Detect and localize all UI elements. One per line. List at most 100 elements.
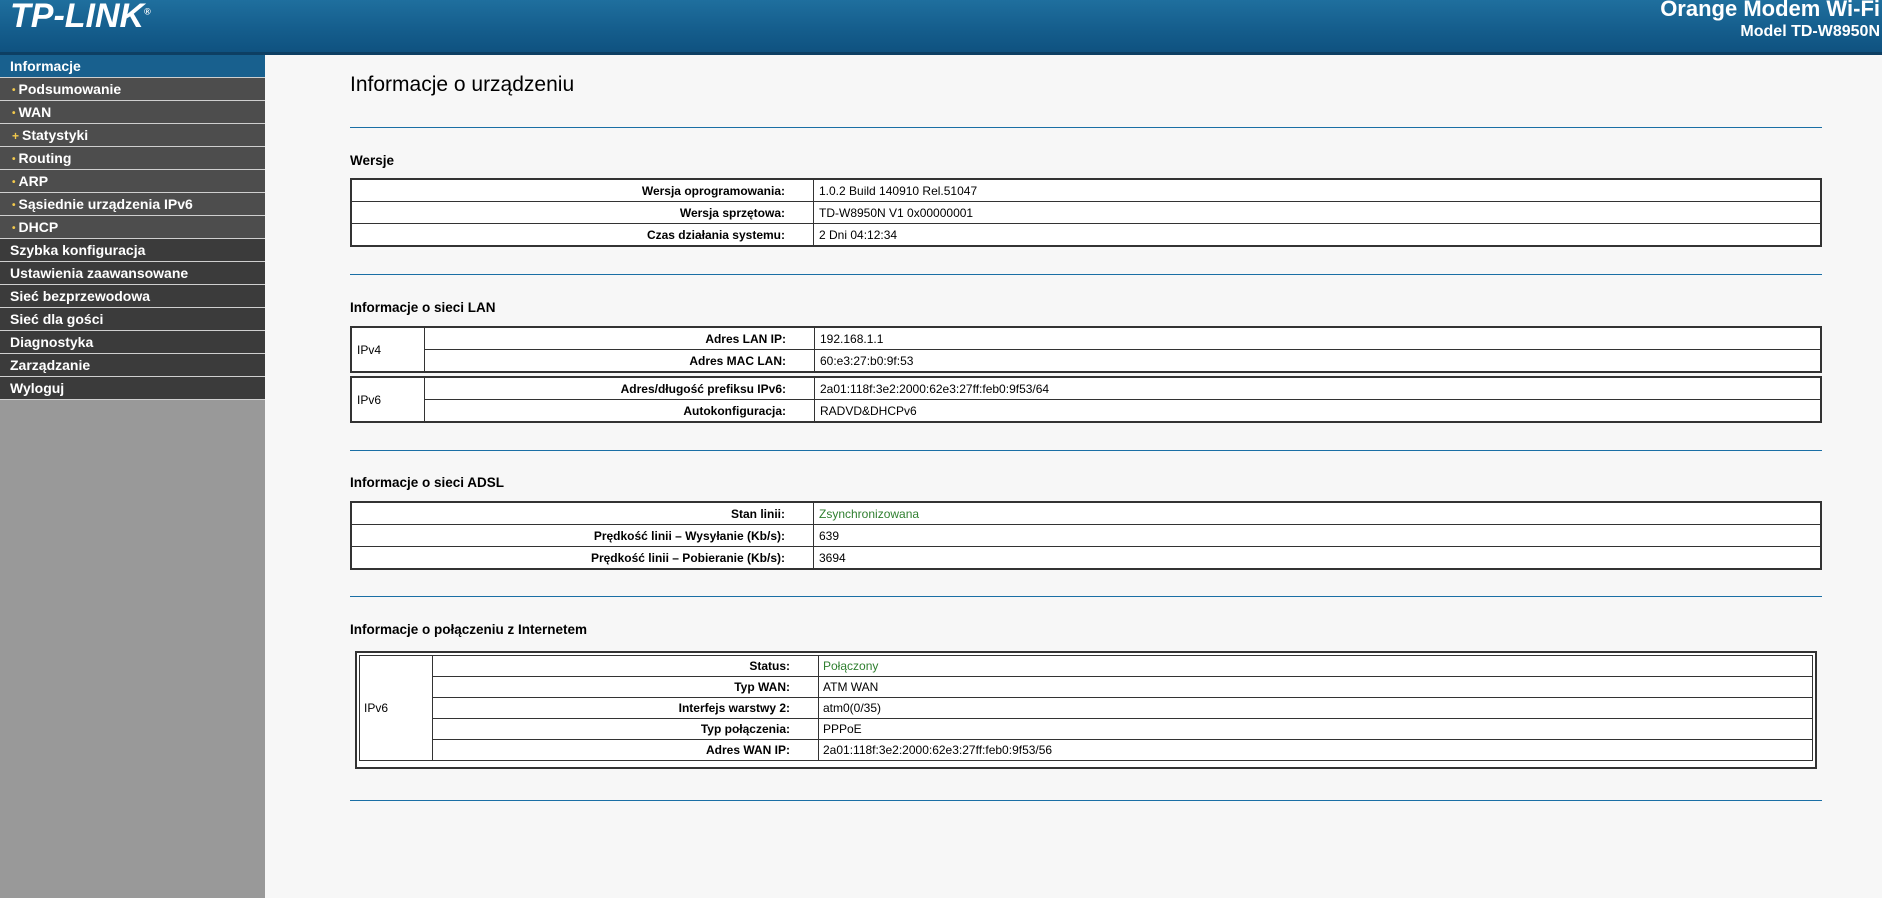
- versions-table: Wersja oprogramowania: 1.0.2 Build 14091…: [350, 178, 1822, 247]
- table-row: IPv6 Adres/długość prefiksu IPv6: 2a01:1…: [350, 376, 1822, 423]
- section-divider: [350, 450, 1822, 451]
- sidebar-item-label: WAN: [18, 104, 52, 120]
- table-row: IPv4 Adres LAN IP: 192.168.1.1: [350, 326, 1822, 373]
- row-label: Stan linii:: [350, 501, 814, 525]
- row-label: Adres/długość prefiksu IPv6:: [424, 376, 815, 400]
- row-value: 2 Dni 04:12:34: [813, 223, 1822, 247]
- section-divider: [350, 800, 1822, 801]
- row-value: ATM WAN: [818, 676, 1813, 698]
- sidebar-menu: Informacje • Podsumowanie • WAN + Statystyk…: [0, 55, 265, 898]
- row-label: Czas działania systemu:: [350, 223, 814, 247]
- row-label: Interfejs warstwy 2:: [432, 697, 819, 719]
- row-value: atm0(0/35): [818, 697, 1813, 719]
- sidebar-item-diagnostyka[interactable]: Diagnostyka: [0, 331, 265, 354]
- bullet-icon: •: [12, 177, 16, 188]
- row-label: Wersja sprzętowa:: [350, 201, 814, 224]
- sidebar-item-label: Wyloguj: [10, 380, 65, 396]
- page-title: Informacje o urządzeniu: [350, 73, 575, 96]
- sidebar-item-label: DHCP: [18, 219, 59, 235]
- bullet-icon: •: [12, 85, 16, 96]
- row-value: 2a01:118f:3e2:2000:62e3:27ff:feb0:9f53/6…: [814, 376, 1822, 400]
- model-name: Model TD-W8950N: [1740, 23, 1880, 40]
- sidebar-item-dhcp[interactable]: • DHCP: [0, 216, 265, 239]
- group-label-ipv4: IPv4: [350, 326, 425, 373]
- table-row: Stan linii: Zsynchronizowana: [350, 501, 1822, 525]
- row-label: Autokonfiguracja:: [424, 399, 815, 423]
- sidebar-item-label: Zarządzanie: [10, 357, 91, 373]
- table-row: Prędkość linii – Pobieranie (Kb/s): 3694: [350, 546, 1822, 570]
- sidebar-item-ustawienia-zaawansowane[interactable]: Ustawienia zaawansowane: [0, 262, 265, 285]
- table-row: Interfejs warstwy 2: atm0(0/35): [360, 697, 1813, 719]
- logo-text: TP-LINK: [10, 0, 145, 35]
- sidebar-item-sasiednie-urzadzenia-ipv6[interactable]: • Sąsiednie urządzenia IPv6: [0, 193, 265, 216]
- section-title-lan: Informacje o sieci LAN: [350, 300, 496, 315]
- row-label: Prędkość linii – Pobieranie (Kb/s):: [350, 546, 814, 570]
- group-label-ipv6: IPv6: [350, 376, 425, 423]
- table-row: Typ połączenia: PPPoE: [360, 718, 1813, 740]
- section-title-internet: Informacje o połączeniu z Internetem: [350, 622, 588, 637]
- sidebar-item-label: Diagnostyka: [10, 334, 94, 350]
- sidebar-item-arp[interactable]: • ARP: [0, 170, 265, 193]
- row-value: TD-W8950N V1 0x00000001: [813, 201, 1822, 224]
- row-value: RADVD&DHCPv6: [814, 399, 1822, 423]
- table-row: Prędkość linii – Wysyłanie (Kb/s): 639: [350, 524, 1822, 547]
- row-value: 3694: [813, 546, 1822, 570]
- row-label: Typ połączenia:: [432, 718, 819, 740]
- sidebar-item-label: Sąsiednie urządzenia IPv6: [18, 196, 193, 212]
- sidebar-item-siec-bezprzewodowa[interactable]: Sieć bezprzewodowa: [0, 285, 265, 308]
- sidebar-item-label: ARP: [18, 173, 49, 189]
- sidebar-item-statystyki[interactable]: + Statystyki: [0, 124, 265, 147]
- table-row: Typ WAN: ATM WAN: [360, 676, 1813, 698]
- tp-link-logo: TP-LINK®: [10, 0, 151, 36]
- product-name: Orange Modem Wi-Fi: [1660, 0, 1880, 21]
- section-title-adsl: Informacje o sieci ADSL: [350, 475, 505, 490]
- lan-ipv6-table: IPv6 Adres/długość prefiksu IPv6: 2a01:1…: [350, 376, 1822, 423]
- row-label: Adres WAN IP:: [432, 739, 819, 761]
- row-value: 192.168.1.1: [814, 326, 1822, 350]
- sidebar-item-label: Szybka konfiguracja: [10, 242, 146, 258]
- table-row: IPv6 Status: Połączony: [359, 655, 1813, 761]
- sidebar-item-szybka-konfiguracja[interactable]: Szybka konfiguracja: [0, 239, 265, 262]
- section-divider: [350, 274, 1822, 275]
- product-info: Orange Modem Wi-Fi Model TD-W8950N: [1660, 0, 1880, 43]
- section-divider: [350, 127, 1822, 128]
- row-value: 2a01:118f:3e2:2000:62e3:27ff:feb0:9f53/5…: [818, 739, 1813, 761]
- row-value: 60:e3:27:b0:9f:53: [814, 349, 1822, 373]
- row-value: 1.0.2 Build 140910 Rel.51047: [813, 178, 1822, 202]
- sidebar-item-informacje[interactable]: Informacje: [0, 55, 265, 78]
- table-row: Czas działania systemu: 2 Dni 04:12:34: [350, 223, 1822, 247]
- table-row: Wersja sprzętowa: TD-W8950N V1 0x0000000…: [350, 201, 1822, 224]
- table-row: Adres WAN IP: 2a01:118f:3e2:2000:62e3:27…: [360, 739, 1813, 761]
- sidebar-item-label: Sieć bezprzewodowa: [10, 288, 151, 304]
- line-status-value: Zsynchronizowana: [813, 501, 1822, 525]
- section-title-wersje: Wersje: [350, 153, 395, 168]
- row-label: Status:: [432, 655, 819, 677]
- connection-status-value: Połączony: [818, 655, 1813, 677]
- sidebar-item-label: Statystyki: [22, 127, 89, 143]
- bullet-icon: •: [12, 200, 16, 211]
- sidebar-item-label: Sieć dla gości: [10, 311, 104, 327]
- table-row: Autokonfiguracja: RADVD&DHCPv6: [351, 399, 1822, 423]
- header-banner: TP-LINK® Orange Modem Wi-Fi Model TD-W89…: [0, 0, 1882, 52]
- section-divider: [350, 596, 1822, 597]
- row-label: Typ WAN:: [432, 676, 819, 698]
- adsl-table: Stan linii: Zsynchronizowana Prędkość li…: [350, 501, 1822, 570]
- sidebar-item-wan[interactable]: • WAN: [0, 101, 265, 124]
- sidebar-item-label: Routing: [18, 150, 72, 166]
- sidebar-item-siec-dla-gosci[interactable]: Sieć dla gości: [0, 308, 265, 331]
- internet-table: IPv6 Status: Połączony Typ WAN: ATM WAN …: [359, 655, 1813, 761]
- lan-ipv4-table: IPv4 Adres LAN IP: 192.168.1.1 Adres MAC…: [350, 326, 1822, 373]
- plus-icon: +: [12, 129, 20, 143]
- sidebar-item-wyloguj[interactable]: Wyloguj: [0, 377, 265, 400]
- row-value: PPPoE: [818, 718, 1813, 740]
- internet-box: IPv6 Status: Połączony Typ WAN: ATM WAN …: [355, 651, 1817, 769]
- sidebar-item-label: Informacje: [10, 58, 81, 74]
- sidebar-item-podsumowanie[interactable]: • Podsumowanie: [0, 78, 265, 101]
- sidebar-item-routing[interactable]: • Routing: [0, 147, 265, 170]
- sidebar-item-label: Podsumowanie: [18, 81, 122, 97]
- bullet-icon: •: [12, 154, 16, 165]
- sidebar-item-zarzadzanie[interactable]: Zarządzanie: [0, 354, 265, 377]
- table-row: Wersja oprogramowania: 1.0.2 Build 14091…: [350, 178, 1822, 202]
- group-label-ipv6: IPv6: [359, 655, 433, 761]
- row-label: Adres LAN IP:: [424, 326, 815, 350]
